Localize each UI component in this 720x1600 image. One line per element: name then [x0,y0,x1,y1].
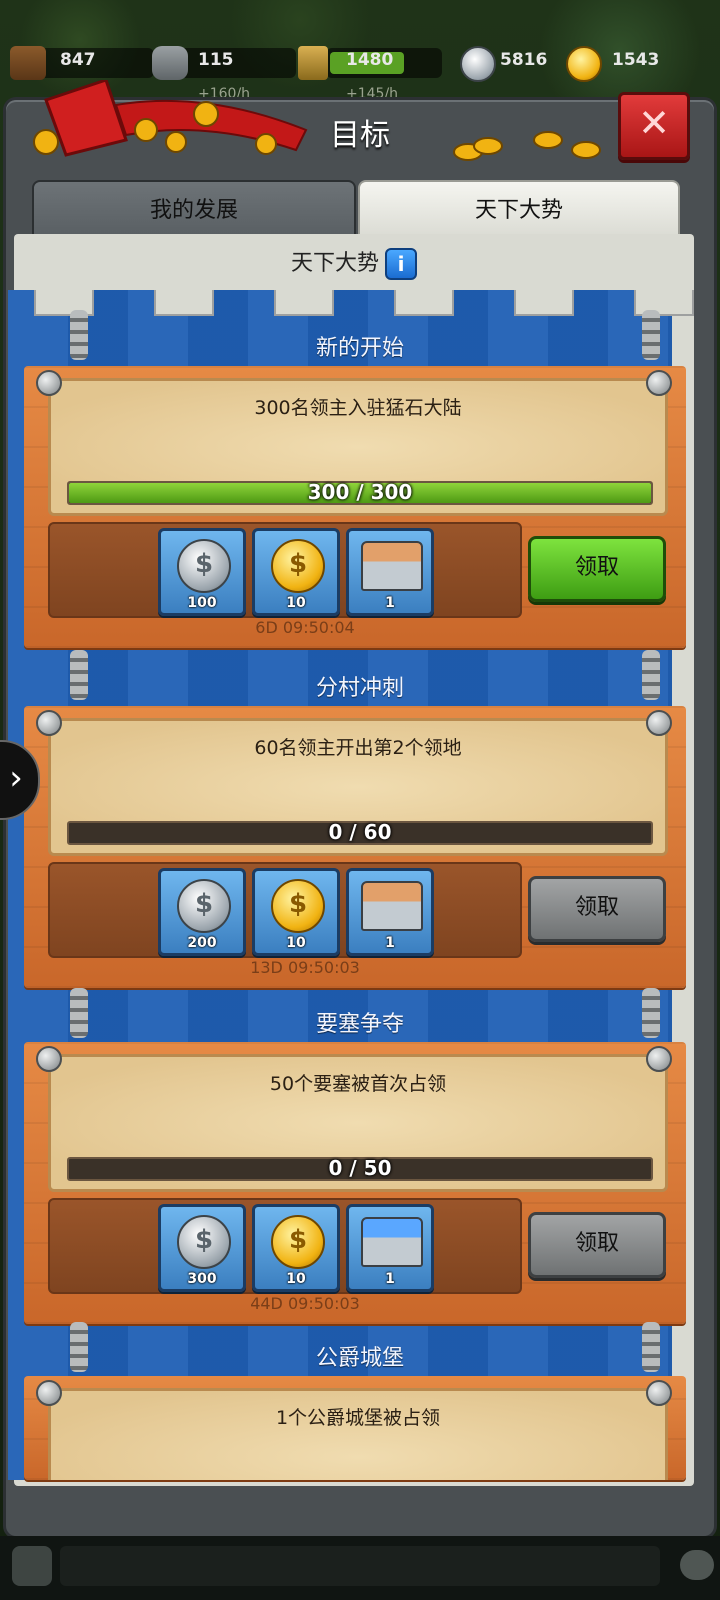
reward-gold[interactable]: $ 10 [252,528,340,616]
reward-amount: 10 [286,595,306,611]
gold-coin-icon [566,46,602,82]
bottom-chat-bar [0,1536,720,1600]
claim-button[interactable]: 领取 [528,536,666,602]
chat-input[interactable] [60,1546,660,1586]
section-title: 公爵城堡 [315,1346,404,1371]
goal-card: 300名领主入驻猛石大陆 300 / 300 $ 100 $ 10 1 领取 6… [24,366,686,648]
reward-slot: $ 300 $ 10 1 [48,1198,522,1294]
chest-icon [361,541,423,591]
goal-card: 60名领主开出第2个领地 0 / 60 $ 200 $ 10 1 领取 13D … [24,706,686,988]
wood-icon [10,46,46,80]
section-title: 要塞争夺 [315,1012,404,1037]
reward-amount: 10 [286,1271,306,1287]
goal-parchment: 60名领主开出第2个领地 0 / 60 [48,718,668,856]
reward-amount: 1 [385,595,395,611]
progress-label: 0 / 50 [328,1156,392,1180]
stone-icon [152,46,188,80]
reward-chest[interactable]: 1 [346,868,434,956]
rivet [646,370,672,396]
chest-icon [361,881,423,931]
gold-coin-icon: $ [271,1215,325,1269]
rivet [646,710,672,736]
progress-label: 300 / 300 [307,480,413,504]
section-title: 分村冲刺 [315,676,404,701]
resource-gold-value: 1543 [612,50,660,70]
reward-amount: 100 [187,595,217,611]
panel-title: 目标 [330,118,390,153]
reward-slot: $ 100 $ 10 1 [48,522,522,618]
rivet [646,1380,672,1406]
merlon [394,290,454,316]
chat-channel-icon[interactable] [12,1546,52,1586]
content-header-label: 天下大势 [290,251,379,276]
rivet [646,1046,672,1072]
wheat-icon [298,46,328,80]
claim-button[interactable]: 领取 [528,1212,666,1278]
reward-amount: 1 [385,1271,395,1287]
goal-text: 1个公爵城堡被占领 [275,1407,441,1429]
section-title: 新的开始 [315,336,404,361]
rivet [36,1380,62,1406]
claim-button[interactable]: 领取 [528,876,666,942]
countdown-timer: 6D 09:50:04 [255,618,355,637]
gold-coin-icon: $ [271,539,325,593]
rivet [36,1046,62,1072]
info-icon[interactable]: i [385,248,417,280]
battlement-decoration [20,290,694,326]
goal-card: 1个公爵城堡被占领 [24,1376,686,1480]
silver-coin-icon: $ [177,879,231,933]
countdown-timer: 13D 09:50:03 [250,958,360,977]
progress-bar: 0 / 60 [67,820,653,845]
goal-parchment: 50个要塞被首次占领 0 / 50 [48,1054,668,1192]
reward-gold[interactable]: $ 10 [252,1204,340,1292]
reward-chest[interactable]: 1 [346,1204,434,1292]
merlon [514,290,574,316]
resource-stone-value: 115 [198,50,234,70]
resource-stone-box [176,48,296,78]
reward-silver[interactable]: $ 100 [158,528,246,616]
content-header: 天下大势 i [14,234,694,294]
goal-parchment: 1个公爵城堡被占领 [48,1388,668,1480]
silver-coin-icon: $ [177,1215,231,1269]
merlon [274,290,334,316]
resource-silver-value: 5816 [500,50,548,70]
merlon [154,290,214,316]
reward-amount: 1 [385,935,395,951]
reward-amount: 10 [286,935,306,951]
progress-bar: 300 / 300 [67,480,653,505]
rivet [36,370,62,396]
resource-wood-value: 847 [60,50,96,70]
goal-text: 60名领主开出第2个领地 [254,737,462,759]
silver-coin-icon: $ [177,539,231,593]
silver-coin-icon [460,46,496,82]
reward-chest[interactable]: 1 [346,528,434,616]
goal-parchment: 300名领主入驻猛石大陆 300 / 300 [48,378,668,516]
tab-my-development[interactable]: 我的发展 [32,180,356,242]
close-icon: ✕ [638,101,670,145]
reward-slot: $ 200 $ 10 1 [48,862,522,958]
reward-silver[interactable]: $ 300 [158,1204,246,1292]
chest-icon [361,1217,423,1267]
progress-label: 0 / 60 [328,820,392,844]
countdown-timer: 44D 09:50:03 [250,1294,360,1313]
close-button[interactable]: ✕ [618,92,690,160]
progress-bar: 0 / 50 [67,1156,653,1181]
goal-card: 50个要塞被首次占领 0 / 50 $ 300 $ 10 1 领取 44D 09… [24,1042,686,1324]
chat-bubble-icon[interactable] [680,1550,714,1580]
reward-gold[interactable]: $ 10 [252,868,340,956]
reward-silver[interactable]: $ 200 [158,868,246,956]
reward-amount: 300 [187,1271,217,1287]
goal-text: 300名领主入驻猛石大陆 [254,397,462,419]
resource-food-value: 1480 [346,50,394,70]
goal-text: 50个要塞被首次占领 [269,1073,447,1095]
reward-amount: 200 [187,935,217,951]
tab-world-trend[interactable]: 天下大势 [358,180,680,242]
rivet [36,710,62,736]
chevron-right-icon: › [9,758,23,798]
gold-coin-icon: $ [271,879,325,933]
